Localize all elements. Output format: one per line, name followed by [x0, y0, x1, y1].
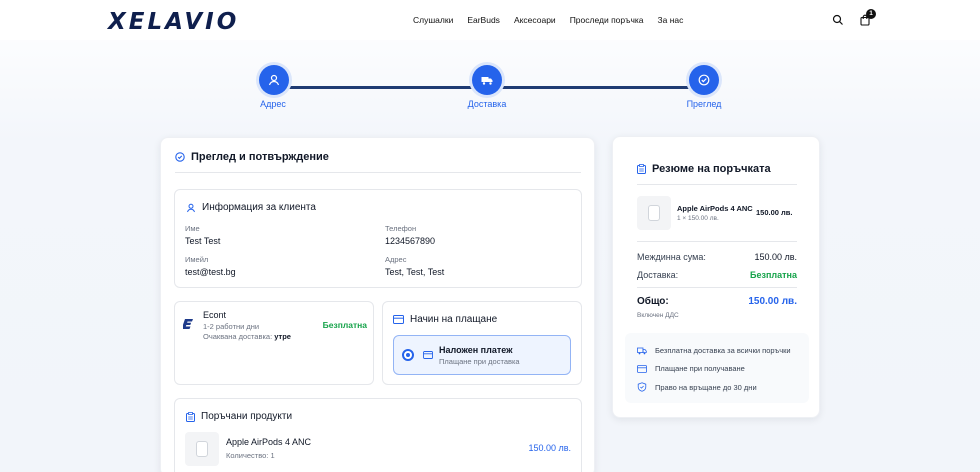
perk-returns: Право на връщане до 30 дни — [637, 382, 757, 392]
summary-title-text: Резюме на поръчката — [652, 163, 771, 175]
perks-box: Безплатна доставка за всички поръчки Пла… — [625, 333, 809, 403]
delivery-label: Доставка: — [637, 270, 679, 280]
subtotal-label: Междинна сума: — [637, 252, 706, 262]
delivery-row: Доставка: Безплатна — [637, 270, 797, 280]
nav-item-about[interactable]: За нас — [658, 15, 684, 25]
step-review-label: Преглед — [686, 99, 722, 109]
subtotal-value: 150.00 лв. — [754, 252, 797, 262]
phone-value: 1234567890 — [385, 236, 436, 246]
summary-product-name: Apple AirPods 4 ANC — [677, 204, 753, 213]
main-nav: Слушалки EarBuds Аксесоари Проследи поръ… — [413, 15, 683, 25]
expected-delivery: Очаквана доставка: утре — [203, 332, 291, 341]
perk-cash-on-delivery-text: Плащане при получаване — [655, 364, 745, 373]
address-label: Адрес — [385, 255, 407, 264]
perk-cash-on-delivery: Плащане при получаване — [637, 364, 745, 373]
products-title-text: Поръчани продукти — [201, 411, 293, 422]
divider — [175, 172, 581, 173]
product-price: 150.00 лв. — [528, 443, 571, 453]
product-thumbnail — [185, 432, 219, 466]
address-value: Test, Test, Test — [385, 267, 445, 277]
name-value: Test Test — [185, 236, 221, 246]
divider — [637, 287, 797, 288]
customer-info-title-text: Информация за клиента — [202, 202, 316, 213]
shipping-price: Безплатна — [322, 320, 367, 330]
ordered-products-box: Поръчани продукти Apple AirPods 4 ANC Ко… — [174, 398, 582, 472]
payment-option-title: Наложен платеж — [439, 345, 513, 355]
payment-method-box: Начин на плащане Наложен платеж Плащане … — [382, 301, 582, 385]
products-title: Поръчани продукти — [186, 411, 292, 422]
phone-label: Телефон — [385, 224, 417, 233]
customer-info-box: Информация за клиента Име Test Test Теле… — [174, 189, 582, 288]
credit-card-icon — [423, 351, 433, 359]
econt-logo-icon — [183, 319, 193, 329]
clipboard-icon — [637, 164, 646, 174]
shield-check-icon — [637, 382, 647, 392]
summary-product-thumbnail — [637, 196, 671, 230]
review-title: Преглед и потвърждение — [175, 151, 329, 163]
email-value: test@test.bg — [185, 267, 236, 277]
nav-item-earbuds[interactable]: EarBuds — [467, 15, 500, 25]
nav-item-track-order[interactable]: Проследи поръчка — [570, 15, 644, 25]
perk-returns-text: Право на връщане до 30 дни — [655, 382, 757, 392]
total-label: Общо: — [637, 296, 669, 307]
truck-icon — [481, 77, 493, 85]
product-quantity: Количество: 1 — [226, 451, 275, 460]
total-value: 150.00 лв. — [748, 296, 797, 307]
step-review[interactable] — [689, 65, 719, 95]
payment-radio-selected[interactable] — [402, 349, 414, 361]
vat-note: Включен ДДС — [637, 312, 679, 319]
review-title-text: Преглед и потвърждение — [191, 151, 329, 163]
site-header: XELAVIO Слушалки EarBuds Аксесоари Просл… — [0, 0, 980, 40]
logo[interactable]: XELAVIO — [108, 9, 239, 35]
perk-free-delivery: Безплатна доставка за всички поръчки — [637, 346, 791, 355]
expected-delivery-label: Очаквана доставка: — [203, 332, 273, 341]
step-address[interactable] — [259, 65, 289, 95]
payment-option-subtitle: Плащане при доставка — [439, 357, 520, 366]
payment-option-cod[interactable]: Наложен платеж Плащане при доставка — [393, 335, 571, 375]
expected-delivery-value: утре — [274, 332, 291, 341]
badge-check-icon — [175, 152, 185, 162]
carrier-name: Econt — [203, 310, 227, 320]
nav-item-headphones[interactable]: Слушалки — [413, 15, 453, 25]
delivery-value: Безплатна — [750, 270, 797, 280]
credit-card-icon — [393, 315, 404, 324]
truck-icon — [637, 347, 647, 354]
product-name: Apple AirPods 4 ANC — [226, 437, 312, 447]
perk-free-delivery-text: Безплатна доставка за всички поръчки — [655, 346, 791, 355]
divider — [637, 184, 797, 185]
email-label: Имейл — [185, 255, 209, 264]
payment-title-text: Начин на плащане — [410, 314, 498, 325]
summary-product-price: 150.00 лв. — [756, 208, 793, 217]
clipboard-icon — [186, 411, 195, 422]
cart-count-badge: 1 — [866, 9, 876, 19]
delivery-days: 1-2 работни дни — [203, 322, 260, 331]
step-delivery-label: Доставка — [467, 99, 507, 109]
divider — [637, 241, 797, 242]
location-user-icon — [268, 74, 280, 86]
check-circle-icon — [698, 74, 710, 86]
nav-item-accessories[interactable]: Аксесоари — [514, 15, 556, 25]
search-icon[interactable] — [832, 14, 844, 26]
order-summary-card: Резюме на поръчката Apple AirPods 4 ANC … — [612, 136, 820, 418]
subtotal-row: Междинна сума: 150.00 лв. — [637, 252, 797, 262]
customer-info-title: Информация за клиента — [186, 202, 316, 213]
credit-card-icon — [637, 364, 647, 373]
total-row: Общо: 150.00 лв. — [637, 296, 797, 307]
summary-product-qty: 1 × 150.00 лв. — [677, 215, 719, 222]
shipping-method-box: Econt 1-2 работни дни Очаквана доставка:… — [174, 301, 374, 385]
review-card: Преглед и потвърждение Информация за кли… — [160, 137, 595, 472]
user-icon — [187, 203, 195, 212]
payment-title: Начин на плащане — [393, 314, 497, 325]
summary-title: Резюме на поръчката — [637, 163, 771, 175]
name-label: Име — [185, 224, 200, 233]
step-delivery[interactable] — [472, 65, 502, 95]
step-address-label: Адрес — [260, 99, 286, 109]
